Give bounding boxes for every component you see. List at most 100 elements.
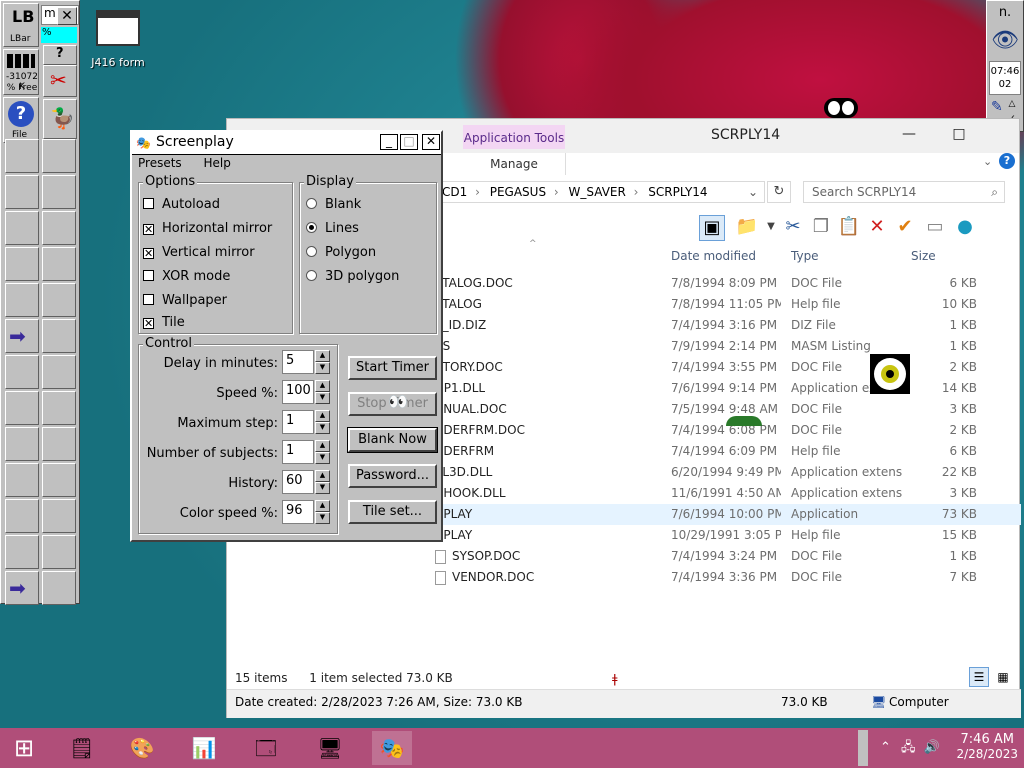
checkbox-checked[interactable]: ✕: [143, 224, 154, 235]
folder-icon[interactable]: 📁: [735, 215, 759, 239]
checkbox[interactable]: [143, 294, 154, 305]
details-view-icon[interactable]: ☰: [969, 667, 989, 687]
mini-menu-label[interactable]: n.: [989, 3, 1021, 23]
dropdown-icon[interactable]: ⌄: [748, 182, 758, 202]
up-icon[interactable]: △: [1005, 99, 1019, 113]
close-icon[interactable]: ✕: [57, 7, 77, 25]
dropdown-icon[interactable]: ▼: [759, 215, 783, 239]
duck-button[interactable]: 🦆: [43, 99, 77, 139]
speed-stepper[interactable]: 100 ▲ ▼: [282, 380, 330, 404]
file-row[interactable]: VENDOR.DOC 7/4/1994 3:36 PM DOC File 7 KB: [227, 567, 1021, 588]
color-speed-stepper[interactable]: 96 ▲ ▼: [282, 500, 330, 524]
option-xor-mode[interactable]: XOR mode: [143, 269, 230, 284]
litebar-slot[interactable]: [42, 463, 76, 497]
checkbox[interactable]: [143, 198, 154, 209]
litebar-slot[interactable]: [5, 355, 39, 389]
option-wallpaper[interactable]: Wallpaper: [143, 293, 227, 308]
max-step-stepper[interactable]: 1 ▲ ▼: [282, 410, 330, 434]
minimize-icon[interactable]: _: [380, 134, 398, 150]
radio[interactable]: [306, 198, 317, 209]
spin-down-icon[interactable]: ▼: [315, 392, 330, 404]
litebar-logo-button[interactable]: LB LBar: [3, 3, 39, 47]
close-icon[interactable]: ✕: [422, 134, 440, 150]
litebar-slot[interactable]: [5, 499, 39, 533]
refresh-icon[interactable]: ↻: [767, 181, 791, 203]
column-date-modified[interactable]: Date modified: [671, 249, 756, 263]
litebar-slot[interactable]: [5, 535, 39, 569]
litebar-slot[interactable]: [42, 319, 76, 353]
desktop-icon[interactable]: J416 form: [90, 10, 146, 80]
spin-down-icon[interactable]: ▼: [315, 362, 330, 374]
display-polygon[interactable]: Polygon: [306, 245, 376, 260]
checkbox-checked[interactable]: ✕: [143, 318, 154, 329]
manage-tab[interactable]: Manage: [463, 153, 566, 175]
breadcrumb-item[interactable]: CD1: [442, 185, 467, 199]
litebar-slot[interactable]: [42, 535, 76, 569]
file-row[interactable]: SYSOP.DOC 7/4/1994 3:24 PM DOC File 1 KB: [227, 546, 1021, 567]
spin-up-icon[interactable]: ▲: [315, 470, 330, 482]
subjects-stepper[interactable]: 1 ▲ ▼: [282, 440, 330, 464]
option-tile[interactable]: ✕ Tile: [143, 315, 185, 330]
breadcrumb-item[interactable]: SCRPLY14: [648, 185, 707, 199]
menu-presets[interactable]: Presets: [138, 156, 182, 170]
spin-up-icon[interactable]: ▲: [315, 350, 330, 362]
litebar-slot[interactable]: [5, 175, 39, 209]
volume-icon[interactable]: 🔊: [924, 740, 940, 755]
view-pane-icon[interactable]: ▣: [699, 215, 725, 241]
spin-up-icon[interactable]: ▲: [315, 410, 330, 422]
notepad-app-icon[interactable]: 🗒: [62, 731, 102, 765]
copy-icon[interactable]: ❐: [809, 215, 833, 239]
maximize-icon[interactable]: □: [939, 123, 979, 145]
display-blank[interactable]: Blank: [306, 197, 361, 212]
tools-button[interactable]: ✂: [43, 65, 77, 97]
delay-input[interactable]: 5: [282, 350, 314, 374]
litebar-slot[interactable]: [5, 463, 39, 497]
litebar-slot[interactable]: [5, 139, 39, 173]
taskbar-clock[interactable]: 7:46 AM 2/28/2023: [956, 732, 1018, 762]
history-stepper[interactable]: 60 ▲ ▼: [282, 470, 330, 494]
litebar-next-button[interactable]: ➡: [5, 571, 39, 605]
radio-selected[interactable]: [306, 222, 317, 233]
delay-stepper[interactable]: 5 ▲ ▼: [282, 350, 330, 374]
max-step-input[interactable]: 1: [282, 410, 314, 434]
chevron-down-icon[interactable]: ⌄: [983, 155, 992, 168]
display-lines[interactable]: Lines: [306, 221, 359, 236]
blank-now-button[interactable]: Blank Now: [347, 427, 438, 453]
litebar-slot[interactable]: [5, 391, 39, 425]
breadcrumb-item[interactable]: PEGASUS: [490, 185, 546, 199]
litebar-slot[interactable]: [42, 355, 76, 389]
litebar-slot[interactable]: [5, 427, 39, 461]
litebar-slot[interactable]: [42, 499, 76, 533]
maximize-icon[interactable]: □: [400, 134, 418, 150]
checkbox[interactable]: [143, 270, 154, 281]
start-timer-button[interactable]: Start Timer: [348, 356, 437, 380]
search-input[interactable]: Search SCRPLY14 ⌕: [803, 181, 1005, 203]
radio[interactable]: [306, 270, 317, 281]
litebar-slot[interactable]: [42, 571, 76, 605]
litebar-slot[interactable]: [42, 427, 76, 461]
eye-icon[interactable]: 👁: [989, 25, 1021, 57]
application-tools-tab[interactable]: Application Tools: [463, 125, 565, 149]
spin-up-icon[interactable]: ▲: [315, 440, 330, 452]
option-vertical-mirror[interactable]: ✕ Vertical mirror: [143, 245, 255, 260]
litebar-next-button[interactable]: ➡: [5, 319, 39, 353]
minimize-icon[interactable]: —: [889, 123, 929, 145]
chart-app-icon[interactable]: 📊: [184, 731, 224, 765]
chevron-up-icon[interactable]: ⌃: [880, 740, 891, 755]
litebar-slot[interactable]: [42, 211, 76, 245]
help-button[interactable]: ?: [43, 45, 77, 65]
spin-up-icon[interactable]: ▲: [315, 380, 330, 392]
tile-set-button[interactable]: Tile set...: [348, 500, 437, 524]
option-horizontal-mirror[interactable]: ✕ Horizontal mirror: [143, 221, 272, 236]
spin-down-icon[interactable]: ▼: [315, 482, 330, 494]
litebar-slot[interactable]: [42, 247, 76, 281]
screenplay-app-icon[interactable]: 🎭: [372, 731, 412, 765]
rename-icon[interactable]: ▭: [923, 215, 947, 239]
file-button[interactable]: ? File: [3, 97, 39, 143]
litebar-slot[interactable]: [42, 175, 76, 209]
speed-input[interactable]: 100: [282, 380, 314, 404]
address-bar[interactable]: CD1 › PEGASUS › W_SAVER › SCRPLY14 ⌄: [435, 181, 765, 203]
help-icon[interactable]: ?: [999, 153, 1015, 169]
menu-help[interactable]: Help: [204, 156, 231, 170]
display-3d-polygon[interactable]: 3D polygon: [306, 269, 399, 284]
